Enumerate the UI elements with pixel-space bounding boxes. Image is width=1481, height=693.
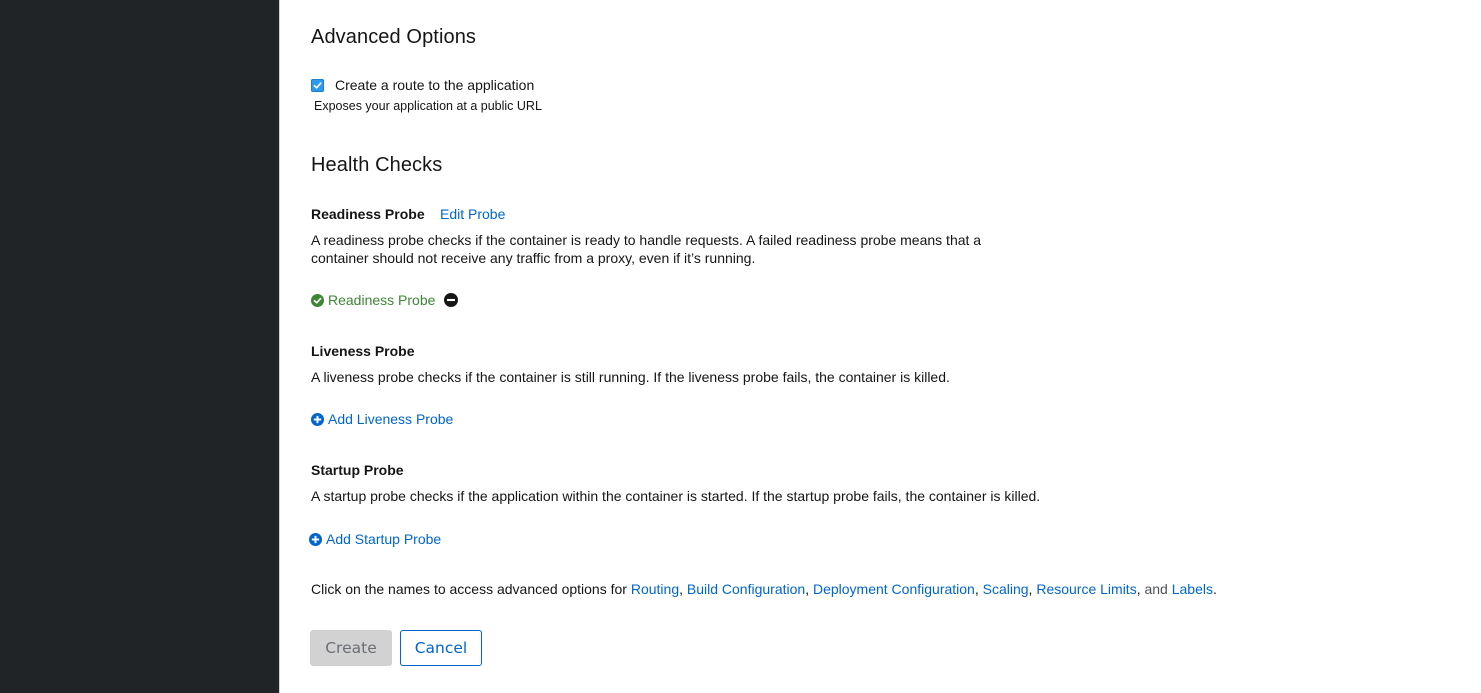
separator: ,: [1028, 581, 1033, 597]
add-liveness-probe-label[interactable]: Add Liveness Probe: [328, 411, 453, 427]
separator: ,: [805, 581, 810, 597]
startup-description: A startup probe checks if the applicatio…: [311, 488, 1041, 504]
readiness-probe-status: Readiness Probe: [311, 292, 459, 308]
separator: ,: [974, 581, 979, 597]
create-button[interactable]: Create: [310, 630, 392, 666]
add-liveness-probe-link[interactable]: Add Liveness Probe: [311, 411, 453, 427]
liveness-description: A liveness probe checks if the container…: [311, 369, 950, 385]
health-checks-heading: Health Checks: [311, 154, 443, 176]
add-startup-probe-link[interactable]: Add Startup Probe: [309, 531, 441, 547]
plus-circle-icon: [309, 532, 322, 546]
add-startup-probe-label[interactable]: Add Startup Probe: [326, 531, 441, 547]
build-configuration-link[interactable]: Build Configuration: [687, 581, 805, 597]
left-sidebar: [0, 0, 279, 693]
route-checkbox-label[interactable]: Create a route to the application: [335, 77, 534, 93]
advanced-options-links-text: Click on the names to access advanced op…: [311, 581, 1217, 597]
deployment-configuration-link[interactable]: Deployment Configuration: [813, 581, 975, 597]
plus-circle-icon: [311, 412, 324, 426]
scaling-link[interactable]: Scaling: [983, 581, 1029, 597]
readiness-description-line2: container should not receive any traffic…: [311, 250, 756, 266]
edit-probe-link[interactable]: Edit Probe: [440, 206, 505, 222]
labels-link[interactable]: Labels: [1172, 581, 1213, 597]
readiness-description-line1: A readiness probe checks if the containe…: [311, 232, 982, 248]
main-content: Advanced Options Create a route to the a…: [279, 0, 1481, 693]
and-text: and: [1140, 581, 1172, 597]
startup-probe-title: Startup Probe: [311, 462, 404, 478]
separator: ,: [679, 581, 683, 597]
advanced-options-heading: Advanced Options: [311, 26, 477, 48]
route-checkbox-row[interactable]: Create a route to the application: [311, 77, 534, 93]
readiness-probe-title: Readiness Probe: [311, 206, 425, 222]
liveness-probe-title: Liveness Probe: [311, 343, 415, 359]
route-checkbox[interactable]: [311, 78, 324, 92]
cancel-button[interactable]: Cancel: [400, 630, 482, 666]
readiness-probe-status-label: Readiness Probe: [328, 292, 436, 308]
resource-limits-link[interactable]: Resource Limits: [1036, 581, 1136, 597]
minus-circle-icon[interactable]: [444, 293, 459, 307]
route-helper-text: Exposes your application at a public URL: [314, 99, 542, 113]
period: .: [1213, 581, 1217, 597]
check-circle-icon: [311, 293, 324, 307]
advanced-links-prefix: Click on the names to access advanced op…: [311, 581, 631, 597]
routing-link[interactable]: Routing: [631, 581, 679, 597]
checkmark-icon: [313, 81, 322, 89]
